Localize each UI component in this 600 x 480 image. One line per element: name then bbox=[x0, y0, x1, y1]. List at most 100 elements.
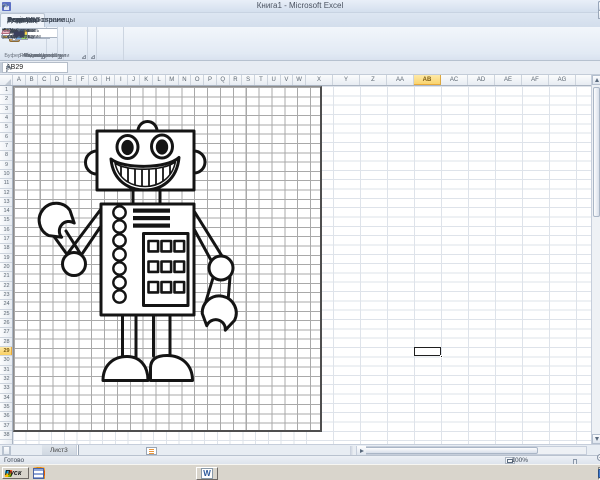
row-header-17[interactable]: 17 bbox=[0, 235, 13, 244]
fill-handle[interactable] bbox=[440, 355, 443, 358]
column-header-B[interactable]: B bbox=[26, 75, 39, 86]
row-header-31[interactable]: 31 bbox=[0, 366, 13, 375]
row-header-7[interactable]: 7 bbox=[0, 142, 13, 151]
file-manager-icon[interactable] bbox=[33, 468, 44, 479]
column-header-F[interactable]: F bbox=[77, 75, 90, 86]
horizontal-scrollbar[interactable] bbox=[356, 446, 587, 455]
excel-window: X ↶ ↷ ▾ Книга1 - Microsoft Excel – ❐ × Ф… bbox=[0, 0, 600, 480]
row-header-11[interactable]: 11 bbox=[0, 179, 13, 188]
column-header-I[interactable]: I bbox=[115, 75, 128, 86]
column-header-AA[interactable]: AA bbox=[387, 75, 414, 86]
row-header-14[interactable]: 14 bbox=[0, 207, 13, 216]
row-header-5[interactable]: 5 bbox=[0, 123, 13, 132]
sheet-tab-bar: Лист1Лист2Лист3 bbox=[0, 444, 600, 455]
column-header-AC[interactable]: AC bbox=[441, 75, 468, 86]
column-header-P[interactable]: P bbox=[204, 75, 217, 86]
column-header-U[interactable]: U bbox=[268, 75, 281, 86]
vertical-scroll-thumb[interactable] bbox=[593, 87, 600, 217]
taskbar: Пуск RU 8:23 06.03.2016 bbox=[0, 464, 600, 480]
column-header-Q[interactable]: Q bbox=[217, 75, 230, 86]
row-header-21[interactable]: 21 bbox=[0, 272, 13, 281]
row-header-8[interactable]: 8 bbox=[0, 151, 13, 160]
row-header-24[interactable]: 24 bbox=[0, 300, 13, 309]
row-header-1[interactable]: 1 bbox=[0, 86, 13, 95]
insert-worksheet-button[interactable] bbox=[146, 447, 157, 455]
column-header-AD[interactable]: AD bbox=[468, 75, 495, 86]
row-header-29[interactable]: 29 bbox=[0, 347, 13, 356]
scroll-up-button[interactable] bbox=[592, 75, 600, 85]
column-header-G[interactable]: G bbox=[89, 75, 102, 86]
start-button[interactable]: Пуск bbox=[2, 467, 29, 479]
fx-button[interactable]: fx bbox=[0, 63, 18, 72]
row-header-6[interactable]: 6 bbox=[0, 133, 13, 142]
select-all-corner[interactable] bbox=[0, 75, 13, 86]
row-header-27[interactable]: 27 bbox=[0, 328, 13, 337]
column-header-J[interactable]: J bbox=[128, 75, 141, 86]
row-header-34[interactable]: 34 bbox=[0, 394, 13, 403]
row-header-20[interactable]: 20 bbox=[0, 263, 13, 272]
tab-Foxit PDF[interactable]: Foxit PDF bbox=[0, 13, 47, 27]
row-header-30[interactable]: 30 bbox=[0, 356, 13, 365]
column-header-T[interactable]: T bbox=[255, 75, 268, 86]
horizontal-scroll-thumb[interactable] bbox=[358, 447, 538, 454]
row-header-16[interactable]: 16 bbox=[0, 226, 13, 235]
column-header-O[interactable]: O bbox=[191, 75, 204, 86]
row-header-3[interactable]: 3 bbox=[0, 105, 13, 114]
row-header-19[interactable]: 19 bbox=[0, 254, 13, 263]
vertical-scrollbar[interactable] bbox=[591, 75, 600, 444]
row-header-13[interactable]: 13 bbox=[0, 198, 13, 207]
robot-clipart[interactable] bbox=[13, 86, 322, 432]
selected-cell[interactable] bbox=[414, 347, 441, 356]
column-header-Z[interactable]: Z bbox=[360, 75, 387, 86]
row-header-36[interactable]: 36 bbox=[0, 412, 13, 421]
formula-input[interactable] bbox=[0, 62, 2, 73]
row-header-32[interactable]: 32 bbox=[0, 375, 13, 384]
row-header-9[interactable]: 9 bbox=[0, 161, 13, 170]
worksheet-grid[interactable] bbox=[0, 86, 591, 444]
row-header-12[interactable]: 12 bbox=[0, 189, 13, 198]
column-header-E[interactable]: E bbox=[64, 75, 77, 86]
column-header-Y[interactable]: Y bbox=[333, 75, 360, 86]
row-header-15[interactable]: 15 bbox=[0, 216, 13, 225]
window-title: Книга1 - Microsoft Excel bbox=[0, 1, 600, 10]
formula-bar: AB29 fx bbox=[0, 61, 600, 75]
column-header-W[interactable]: W bbox=[293, 75, 306, 86]
row-header-26[interactable]: 26 bbox=[0, 319, 13, 328]
column-header-AE[interactable]: AE bbox=[495, 75, 522, 86]
title-bar: X ↶ ↷ ▾ Книга1 - Microsoft Excel – ❐ × bbox=[0, 0, 600, 13]
column-header-K[interactable]: K bbox=[140, 75, 153, 86]
row-header-22[interactable]: 22 bbox=[0, 282, 13, 291]
row-header-2[interactable]: 2 bbox=[0, 95, 13, 104]
tab-splitter[interactable] bbox=[350, 446, 354, 455]
column-header-AB[interactable]: AB bbox=[414, 75, 441, 86]
row-header-4[interactable]: 4 bbox=[0, 114, 13, 123]
column-header-V[interactable]: V bbox=[281, 75, 294, 86]
find-select-button[interactable]: Найти и выделить bbox=[2, 28, 36, 29]
column-header-N[interactable]: N bbox=[179, 75, 192, 86]
ribbon: Вставить Буфер обмена Calibri 11 A▴ A▾ Ж bbox=[0, 27, 600, 61]
column-header-H[interactable]: H bbox=[102, 75, 115, 86]
column-header-M[interactable]: M bbox=[166, 75, 179, 86]
column-header-D[interactable]: D bbox=[51, 75, 64, 86]
row-header-23[interactable]: 23 bbox=[0, 291, 13, 300]
last-sheet-button[interactable] bbox=[2, 446, 11, 455]
row-header-38[interactable]: 38 bbox=[0, 431, 13, 440]
row-header-10[interactable]: 10 bbox=[0, 170, 13, 179]
row-header-28[interactable]: 28 bbox=[0, 338, 13, 347]
column-header-A[interactable]: A bbox=[13, 75, 26, 86]
column-header-L[interactable]: L bbox=[153, 75, 166, 86]
column-header-AF[interactable]: AF bbox=[522, 75, 549, 86]
row-header-37[interactable]: 37 bbox=[0, 422, 13, 431]
scroll-right-button[interactable] bbox=[357, 446, 366, 455]
row-header-18[interactable]: 18 bbox=[0, 244, 13, 253]
column-header-X[interactable]: X bbox=[306, 75, 333, 86]
row-header-33[interactable]: 33 bbox=[0, 384, 13, 393]
column-header-AG[interactable]: AG bbox=[549, 75, 576, 86]
word-taskbar-button[interactable] bbox=[196, 467, 218, 480]
row-header-35[interactable]: 35 bbox=[0, 403, 13, 412]
column-header-S[interactable]: S bbox=[242, 75, 255, 86]
row-header-25[interactable]: 25 bbox=[0, 310, 13, 319]
column-header-R[interactable]: R bbox=[230, 75, 243, 86]
column-header-C[interactable]: C bbox=[38, 75, 51, 86]
scroll-down-button[interactable] bbox=[592, 434, 600, 444]
